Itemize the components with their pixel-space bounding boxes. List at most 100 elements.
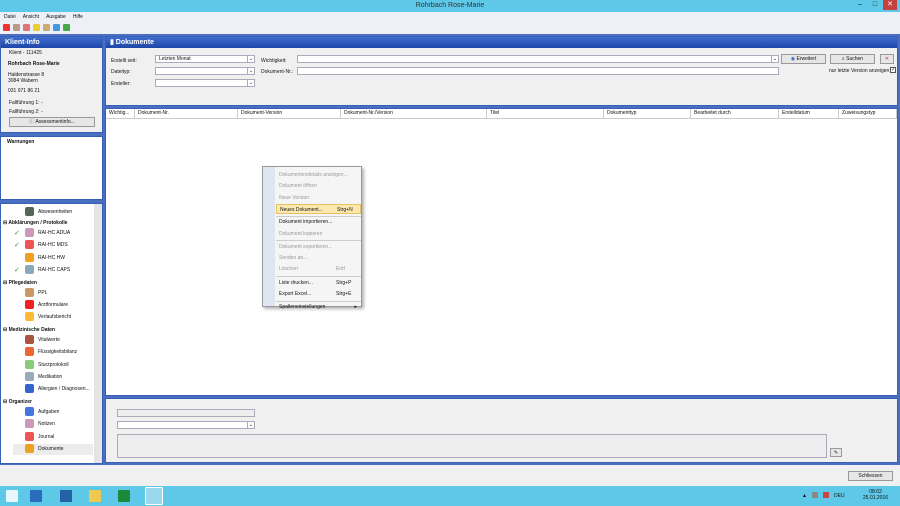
erstellt-seit-value: Letzten Monat bbox=[159, 56, 191, 62]
minimize-button[interactable]: – bbox=[853, 0, 867, 10]
nav-item[interactable]: Verlaufsbericht bbox=[38, 314, 71, 320]
context-menu-item[interactable]: Neues Dokument... Strg+N bbox=[276, 203, 361, 214]
ersteller-label: Ersteller: bbox=[111, 81, 131, 87]
nav-item[interactable]: Journal bbox=[38, 434, 54, 440]
nav-group[interactable]: ⊟ Organizer bbox=[3, 399, 32, 405]
powershell-icon[interactable] bbox=[60, 490, 72, 502]
nav-item-icon bbox=[25, 372, 34, 381]
scrollbar[interactable] bbox=[94, 204, 102, 463]
clock-date: 25.01.2016 bbox=[863, 495, 889, 501]
checkmark-icon: ✓ bbox=[14, 230, 20, 237]
nav-group[interactable]: ⊟ Pflegedaten bbox=[3, 280, 37, 286]
menu-item-label: Löschen bbox=[279, 266, 298, 273]
menu-datei[interactable]: Datei bbox=[4, 12, 16, 22]
nav-item[interactable]: Dokumente bbox=[38, 446, 64, 452]
store-icon[interactable] bbox=[118, 490, 130, 502]
column-header[interactable]: Dokument-Nr./Version bbox=[341, 109, 487, 118]
calendar-icon[interactable] bbox=[3, 24, 10, 31]
nav-item[interactable]: PPL bbox=[38, 290, 47, 296]
column-header[interactable]: Zuweisungstyp bbox=[839, 109, 897, 118]
network-icon[interactable] bbox=[812, 492, 818, 498]
dateityp-select[interactable]: ⌄ bbox=[155, 67, 255, 75]
context-menu-item[interactable]: Neue Version bbox=[276, 193, 361, 203]
nav-item[interactable]: Sturzprotokoll bbox=[38, 362, 69, 368]
detail-textarea[interactable] bbox=[117, 434, 827, 458]
column-header[interactable]: Dokument-Version bbox=[238, 109, 341, 118]
refresh-icon[interactable] bbox=[53, 24, 60, 31]
column-header[interactable]: Erstelldatum bbox=[779, 109, 839, 118]
context-menu-item[interactable]: Dokument exportieren... bbox=[276, 242, 361, 252]
column-header[interactable]: Titel bbox=[487, 109, 604, 118]
column-header[interactable]: Wichtig... bbox=[106, 109, 135, 118]
nav-item[interactable]: RAI-HC HW bbox=[38, 255, 65, 261]
chevron-down-icon: ⌄ bbox=[247, 56, 254, 62]
ersteller-select[interactable]: ⌄ bbox=[155, 79, 255, 87]
detail-field[interactable] bbox=[117, 409, 255, 417]
nav-item-icon bbox=[25, 419, 34, 429]
context-menu-item[interactable]: Liste drucken... Strg+P bbox=[276, 278, 361, 288]
sync-icon[interactable] bbox=[63, 24, 70, 31]
note-icon[interactable] bbox=[33, 24, 40, 31]
volume-icon[interactable] bbox=[823, 492, 829, 498]
nav-item[interactable]: Medikation bbox=[38, 374, 62, 380]
klient-info-header: Klient-Info bbox=[1, 37, 102, 48]
column-header[interactable]: Bearbeitet durch bbox=[691, 109, 779, 118]
wichtigkeit-select[interactable]: ⌄ bbox=[297, 55, 779, 63]
nav-group[interactable]: ⊟ Medizinische Daten bbox=[3, 327, 55, 333]
context-menu-item[interactable]: Export Excel... Strg+E bbox=[276, 289, 361, 299]
menu-ausgabe[interactable]: Ausgabe bbox=[46, 12, 66, 22]
context-menu-item[interactable]: Dokumentendetails anzeigen... bbox=[276, 170, 361, 180]
context-menu-item[interactable]: Dokument importieren... bbox=[276, 217, 361, 227]
contact-icon[interactable] bbox=[43, 24, 50, 31]
maximize-button[interactable]: □ bbox=[868, 0, 882, 10]
nur-letzte-version-checkbox[interactable]: ✓ bbox=[890, 67, 896, 73]
menu-ansicht[interactable]: Ansicht bbox=[23, 12, 39, 22]
nav-item[interactable]: Allergien / Diagnosen... bbox=[38, 386, 90, 392]
suchen-button[interactable]: ⌕ Suchen bbox=[830, 54, 875, 64]
edit-button[interactable]: ✎ bbox=[830, 448, 842, 457]
nav-item-abwesenheiten[interactable]: Abwesenheiten bbox=[38, 209, 72, 215]
column-header[interactable]: Dokumenttyp bbox=[604, 109, 691, 118]
reset-filter-button[interactable]: ✕ bbox=[880, 54, 894, 64]
nav-item[interactable]: Arztformulare bbox=[38, 302, 68, 308]
assessment-info-button[interactable]: ⓘ Assessmentinfo... bbox=[9, 117, 95, 127]
menu-item-label: Senden an... bbox=[279, 255, 308, 262]
nav-item[interactable]: RAI-HC MDS bbox=[38, 242, 68, 248]
clock[interactable]: 08:02 25.01.2016 bbox=[863, 489, 888, 501]
klient-name: Rohrbach Rose-Marie bbox=[8, 61, 60, 67]
nav-item[interactable]: Notizen bbox=[38, 421, 55, 427]
toolbar bbox=[0, 22, 900, 34]
nav-item-icon bbox=[25, 240, 34, 250]
close-button[interactable]: ✕ bbox=[883, 0, 897, 10]
app-taskbar-icon[interactable] bbox=[145, 487, 163, 505]
nav-item-icon bbox=[25, 359, 34, 369]
person-icon[interactable] bbox=[13, 24, 20, 31]
erweitert-button[interactable]: ◉ Erweitert bbox=[781, 54, 826, 64]
context-menu-item[interactable]: Spalteneinstellungen ▸ bbox=[276, 302, 361, 312]
nav-item-icon bbox=[25, 444, 34, 453]
erstellt-seit-select[interactable]: Letzten Monat ⌄ bbox=[155, 55, 255, 63]
explorer-icon[interactable] bbox=[89, 490, 101, 502]
tray-arrow-icon[interactable]: ▴ bbox=[803, 492, 806, 499]
nav-item[interactable]: RAI-HC ADUA bbox=[38, 230, 70, 236]
nav-item[interactable]: RAI-HC CAPS bbox=[38, 267, 70, 273]
dokument-nr-input[interactable] bbox=[297, 67, 779, 75]
nav-group[interactable]: ⊟ Abklärungen / Protokolle bbox=[3, 220, 68, 226]
menu-item-label: Dokument öffnen bbox=[279, 183, 317, 190]
context-menu-item[interactable]: Senden an... bbox=[276, 253, 361, 263]
nav-item[interactable]: Aufgaben bbox=[38, 409, 59, 415]
print-icon[interactable] bbox=[23, 24, 30, 31]
windows-start-icon[interactable] bbox=[6, 490, 18, 502]
nav-item[interactable]: Vitalwerte bbox=[38, 337, 60, 343]
menu-hilfe[interactable]: Hilfe bbox=[73, 12, 83, 22]
menu-bar: Datei Ansicht Ausgabe Hilfe bbox=[0, 12, 900, 22]
column-header[interactable]: Dokument-Nr. bbox=[135, 109, 238, 118]
context-menu-item[interactable]: Dokument kopieren bbox=[276, 229, 361, 239]
schliessen-button[interactable]: Schliessen bbox=[848, 471, 893, 481]
nav-item[interactable]: Flüssigkeitsbilanz bbox=[38, 349, 77, 355]
detail-select[interactable]: ⌄ bbox=[117, 421, 255, 429]
language-indicator[interactable]: DEU bbox=[834, 493, 845, 499]
server-manager-icon[interactable] bbox=[30, 490, 42, 502]
context-menu-item[interactable]: Dokument öffnen bbox=[276, 181, 361, 191]
context-menu-item[interactable]: Löschen Entf bbox=[276, 264, 361, 274]
